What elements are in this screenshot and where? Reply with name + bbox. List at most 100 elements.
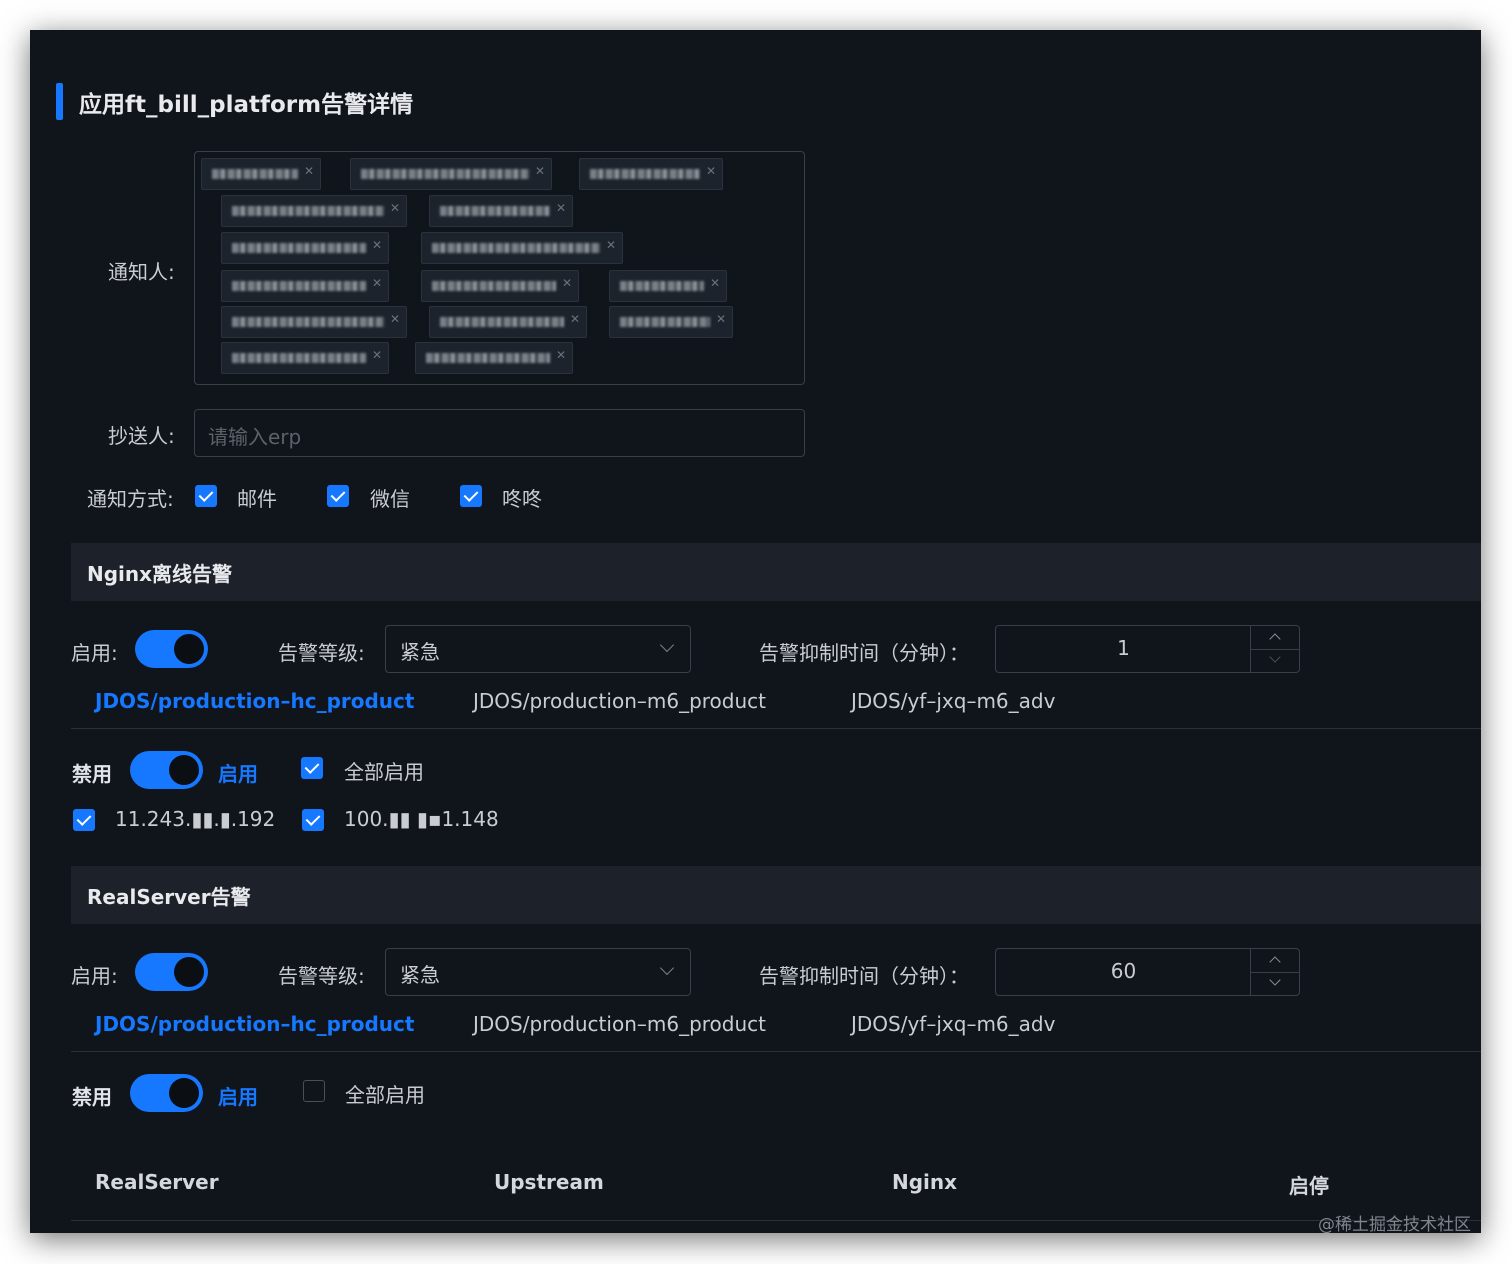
realserver-level-select[interactable]: 紧急: [385, 948, 691, 996]
dongdong-label: 咚咚: [502, 487, 542, 511]
recipients-select[interactable]: ✕ ✕ ✕ ✕ ✕ ✕ ✕ ✕ ✕ ✕ ✕ ✕ ✕ ✕ ✕: [194, 151, 805, 385]
recipient-tag[interactable]: ✕: [221, 306, 407, 338]
realserver-tab-switch[interactable]: [130, 1074, 203, 1112]
cc-label: 抄送人:: [108, 424, 175, 448]
close-icon[interactable]: ✕: [372, 238, 382, 252]
recipient-tag[interactable]: ✕: [221, 232, 389, 264]
realserver-tab-m6-product[interactable]: JDOS/production–m6_product: [473, 1012, 766, 1036]
decrement-icon[interactable]: [1251, 972, 1299, 996]
recipient-tag[interactable]: ✕: [221, 342, 389, 374]
recipient-tag[interactable]: ✕: [579, 158, 723, 190]
nginx-suppress-label: 告警抑制时间（分钟）：: [759, 641, 969, 665]
recipients-label: 通知人:: [108, 260, 175, 284]
close-icon[interactable]: ✕: [706, 164, 716, 178]
recipient-tag[interactable]: ✕: [429, 306, 587, 338]
recipient-tag[interactable]: ✕: [421, 232, 623, 264]
nginx-tab-m6-product[interactable]: JDOS/production–m6_product: [473, 689, 766, 713]
page-title: 应用ft_bill_platform告警详情: [79, 92, 414, 118]
watermark: @稀土掘金技术社区: [1318, 1215, 1471, 1233]
column-upstream: Upstream: [494, 1170, 604, 1194]
nginx-section-header: Nginx离线告警: [71, 543, 1481, 601]
close-icon[interactable]: ✕: [716, 312, 726, 326]
cc-input[interactable]: 请输入erp: [194, 409, 805, 457]
recipient-tag[interactable]: ✕: [415, 342, 573, 374]
column-nginx: Nginx: [892, 1170, 958, 1194]
alert-detail-window: 应用ft_bill_platform告警详情 通知人: ✕ ✕ ✕ ✕ ✕ ✕ …: [30, 30, 1481, 1233]
title-accent-bar: [56, 83, 63, 120]
recipient-tag[interactable]: ✕: [221, 195, 407, 227]
recipient-tag[interactable]: ✕: [350, 158, 552, 190]
nginx-tab-yf-adv[interactable]: JDOS/yf–jxq–m6_adv: [851, 689, 1055, 713]
nginx-enable-label: 启用:: [71, 641, 118, 665]
close-icon[interactable]: ✕: [710, 276, 720, 290]
chevron-down-icon: [659, 960, 675, 976]
stepper: [1250, 626, 1299, 672]
notify-method-label: 通知方式:: [87, 487, 174, 511]
nginx-tab-switch[interactable]: [130, 751, 203, 789]
nginx-suppress-value: 1: [1117, 636, 1130, 660]
realserver-section-title: RealServer告警: [87, 885, 251, 909]
switch-knob: [169, 1078, 199, 1108]
recipient-tag[interactable]: ✕: [609, 306, 733, 338]
realserver-suppress-label: 告警抑制时间（分钟）：: [759, 964, 969, 988]
host-checkbox[interactable]: [73, 809, 95, 831]
nginx-level-select[interactable]: 紧急: [385, 625, 691, 673]
increment-icon[interactable]: [1251, 626, 1299, 649]
host-ip: 100.▮▮ ▮▪1.148: [344, 807, 499, 831]
column-toggle: 启停: [1289, 1174, 1329, 1198]
increment-icon[interactable]: [1251, 949, 1299, 972]
realserver-enable-label: 启用:: [71, 964, 118, 988]
recipient-tag[interactable]: ✕: [201, 158, 321, 190]
realserver-level-value: 紧急: [400, 963, 440, 987]
dongdong-checkbox[interactable]: [460, 485, 482, 507]
nginx-tab-hc-product[interactable]: JDOS/production–hc_product: [95, 689, 414, 713]
close-icon[interactable]: ✕: [372, 276, 382, 290]
switch-knob: [174, 634, 204, 664]
close-icon[interactable]: ✕: [304, 164, 314, 178]
close-icon[interactable]: ✕: [570, 312, 580, 326]
host-checkbox[interactable]: [302, 809, 324, 831]
nginx-all-enable-checkbox[interactable]: [301, 757, 323, 779]
nginx-section-title: Nginx离线告警: [87, 562, 233, 586]
realserver-tabs-divider: [71, 1051, 1481, 1052]
realserver-all-enable-label: 全部启用: [345, 1083, 425, 1107]
cc-placeholder: 请输入erp: [208, 425, 302, 449]
realserver-on-label: 启用: [218, 1085, 258, 1109]
close-icon[interactable]: ✕: [556, 348, 566, 362]
recipient-tag[interactable]: ✕: [429, 195, 573, 227]
recipient-tag[interactable]: ✕: [421, 270, 579, 302]
stepper: [1250, 949, 1299, 995]
host-ip: 11.243.▮▮.▮.192: [115, 807, 276, 831]
realserver-level-label: 告警等级:: [278, 964, 365, 988]
realserver-suppress-value: 60: [1110, 959, 1137, 983]
close-icon[interactable]: ✕: [556, 201, 566, 215]
realserver-table-header: RealServer Upstream Nginx 启停: [71, 1150, 1481, 1221]
nginx-disable-label: 禁用: [72, 762, 112, 786]
close-icon[interactable]: ✕: [606, 238, 616, 252]
chevron-down-icon: [659, 637, 675, 653]
realserver-disable-label: 禁用: [72, 1085, 112, 1109]
decrement-icon[interactable]: [1251, 649, 1299, 673]
wechat-checkbox[interactable]: [327, 485, 349, 507]
nginx-suppress-input[interactable]: 1: [995, 625, 1300, 673]
wechat-label: 微信: [370, 487, 410, 511]
nginx-all-enable-label: 全部启用: [344, 760, 424, 784]
realserver-suppress-input[interactable]: 60: [995, 948, 1300, 996]
realserver-tab-hc-product[interactable]: JDOS/production–hc_product: [95, 1012, 414, 1036]
email-checkbox[interactable]: [195, 485, 217, 507]
email-label: 邮件: [237, 487, 277, 511]
nginx-enable-switch[interactable]: [135, 630, 208, 668]
close-icon[interactable]: ✕: [562, 276, 572, 290]
close-icon[interactable]: ✕: [535, 164, 545, 178]
close-icon[interactable]: ✕: [390, 312, 400, 326]
realserver-enable-switch[interactable]: [135, 953, 208, 991]
realserver-tab-yf-adv[interactable]: JDOS/yf–jxq–m6_adv: [851, 1012, 1055, 1036]
close-icon[interactable]: ✕: [372, 348, 382, 362]
realserver-all-enable-checkbox[interactable]: [303, 1080, 325, 1102]
recipient-tag[interactable]: ✕: [609, 270, 727, 302]
recipient-tag[interactable]: ✕: [221, 270, 389, 302]
nginx-tabs-divider: [71, 728, 1481, 729]
nginx-level-value: 紧急: [400, 640, 440, 664]
switch-knob: [169, 755, 199, 785]
close-icon[interactable]: ✕: [390, 201, 400, 215]
